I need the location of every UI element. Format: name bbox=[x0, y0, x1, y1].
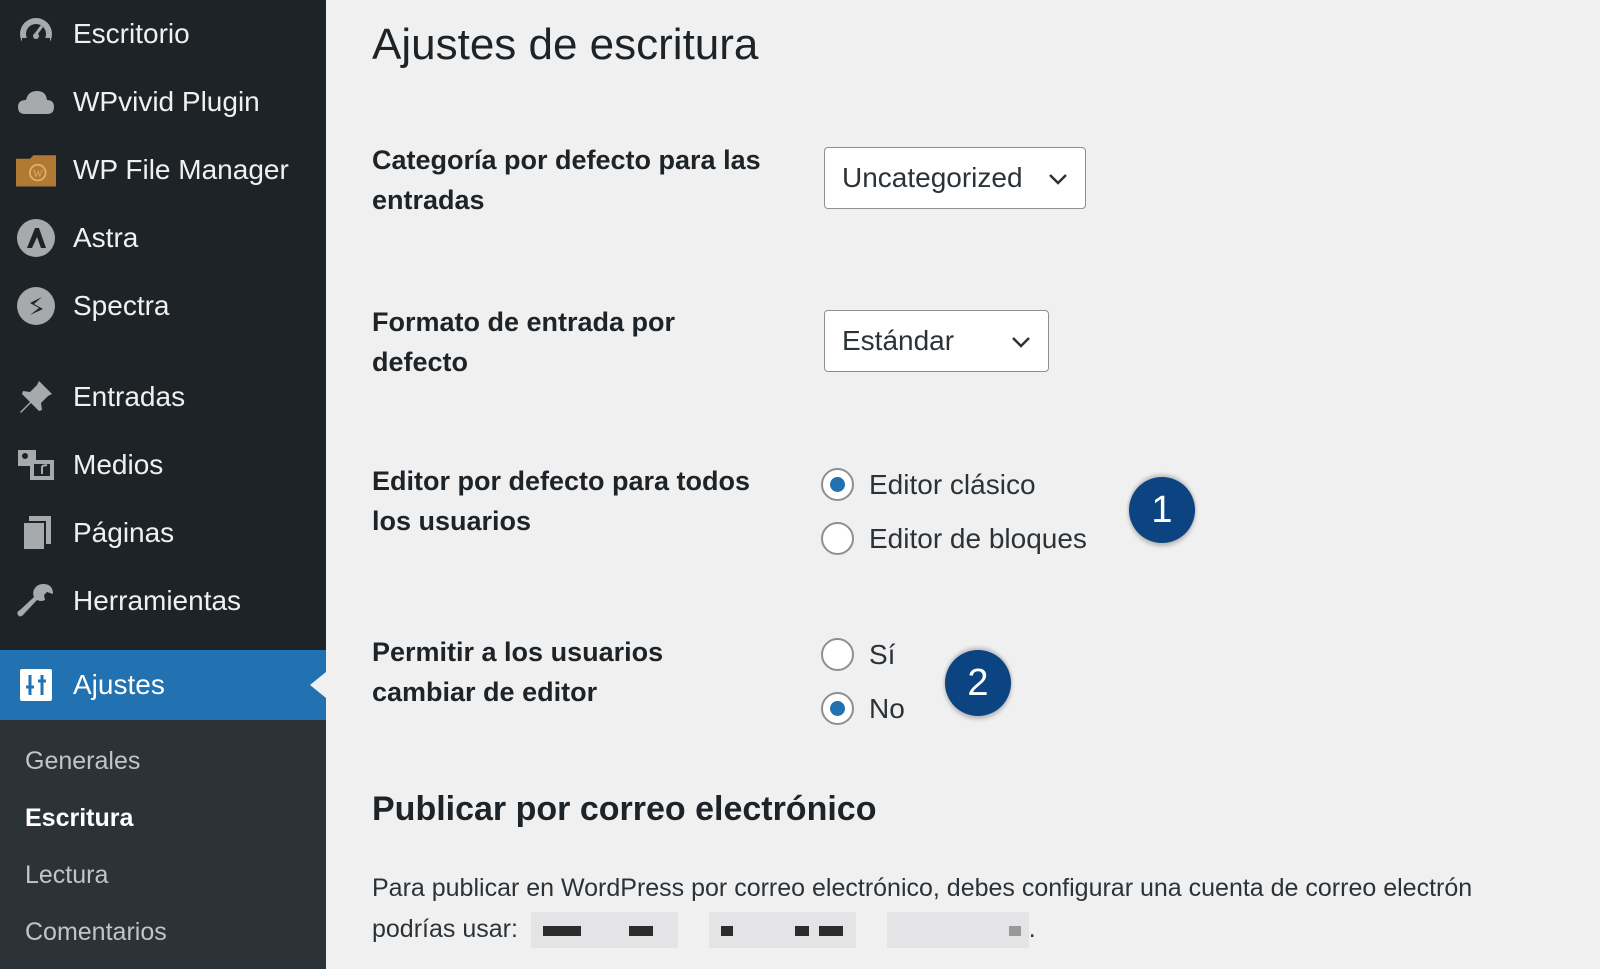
sidebar-item-medios[interactable]: Medios bbox=[0, 433, 326, 497]
sidebar-item-herramientas[interactable]: Herramientas bbox=[0, 569, 326, 633]
radio-editor-bloques[interactable]: Editor de bloques bbox=[821, 522, 1087, 555]
svg-text:W: W bbox=[33, 169, 43, 180]
sidebar-item-wpvivid[interactable]: WPvivid Plugin bbox=[0, 70, 326, 134]
radio-editor-clasico[interactable]: Editor clásico bbox=[821, 468, 1036, 501]
submenu-item-lectura[interactable]: Lectura bbox=[25, 861, 108, 890]
sidebar-item-label: Spectra bbox=[73, 290, 170, 321]
default-category-select[interactable]: Uncategorized bbox=[824, 147, 1086, 209]
sidebar-item-label: Astra bbox=[73, 222, 139, 253]
radio-allow-no[interactable]: No bbox=[821, 692, 905, 725]
sidebar-item-astra[interactable]: Astra bbox=[0, 206, 326, 270]
radio-button[interactable] bbox=[821, 468, 854, 501]
chevron-down-icon bbox=[1049, 174, 1067, 185]
settings-submenu: Generales Escritura Lectura Comentarios bbox=[0, 720, 326, 969]
radio-button[interactable] bbox=[821, 522, 854, 555]
sidebar-item-label: Herramientas bbox=[73, 585, 242, 616]
email-text-line2: podrías usar: . bbox=[372, 909, 1600, 950]
wrench-icon bbox=[16, 581, 56, 621]
main-content: Ajustes de escritura Categoría por defec… bbox=[326, 0, 1600, 969]
sidebar-item-spectra[interactable]: Spectra bbox=[0, 274, 326, 338]
sidebar-item-label: Entradas bbox=[73, 381, 186, 412]
allow-switch-label: Permitir a los usuarios cambiar de edito… bbox=[372, 637, 664, 707]
radio-label: Sí bbox=[869, 638, 896, 670]
sidebar-item-label: Páginas bbox=[73, 517, 175, 548]
submenu-item-escritura[interactable]: Escritura bbox=[25, 804, 133, 833]
folder-icon: W bbox=[16, 150, 56, 190]
redacted-text bbox=[530, 912, 678, 949]
radio-label: Editor clásico bbox=[869, 468, 1036, 500]
settings-icon bbox=[16, 665, 56, 705]
default-format-label: Formato de entrada por defecto bbox=[372, 307, 676, 377]
sidebar-item-entradas[interactable]: Entradas bbox=[0, 365, 326, 429]
default-format-value: Estándar bbox=[842, 325, 955, 356]
email-text-prefix: podrías usar: bbox=[372, 915, 518, 943]
sidebar-item-ajustes[interactable]: Ajustes bbox=[0, 650, 326, 720]
annotation-badge-1: 1 bbox=[1129, 477, 1195, 543]
sidebar-item-label: Escritorio bbox=[73, 18, 190, 49]
default-format-select[interactable]: Estándar bbox=[824, 310, 1049, 372]
radio-label: Editor de bloques bbox=[869, 522, 1087, 554]
pages-icon bbox=[16, 513, 56, 553]
email-text-suffix: . bbox=[1028, 915, 1036, 943]
sidebar-item-escritorio[interactable]: Escritorio bbox=[0, 2, 326, 66]
email-section-title: Publicar por correo electrónico bbox=[372, 790, 877, 828]
spectra-icon bbox=[16, 286, 56, 326]
submenu-item-generales[interactable]: Generales bbox=[25, 747, 140, 776]
redacted-text bbox=[886, 912, 1029, 949]
annotation-badge-2: 2 bbox=[945, 650, 1011, 716]
default-category-label: Categoría por defecto para las entradas bbox=[372, 145, 761, 215]
submenu-item-comentarios[interactable]: Comentarios bbox=[25, 918, 167, 947]
email-text-line1: Para publicar en WordPress por correo el… bbox=[372, 874, 1473, 902]
cloud-icon bbox=[16, 82, 56, 122]
sidebar-item-paginas[interactable]: Páginas bbox=[0, 501, 326, 565]
pin-icon bbox=[16, 377, 56, 417]
default-editor-label: Editor por defecto para todos los usuari… bbox=[372, 466, 751, 536]
radio-button[interactable] bbox=[821, 692, 854, 725]
email-section-text: Para publicar en WordPress por correo el… bbox=[372, 868, 1600, 950]
page-title: Ajustes de escritura bbox=[372, 20, 759, 69]
sidebar-item-label: Medios bbox=[73, 449, 164, 480]
radio-button[interactable] bbox=[821, 638, 854, 671]
sidebar-item-wp-file-manager[interactable]: W WP File Manager bbox=[0, 138, 326, 202]
dashboard-icon bbox=[16, 14, 56, 54]
chevron-down-icon bbox=[1012, 337, 1030, 348]
default-category-value: Uncategorized bbox=[842, 162, 1023, 193]
sidebar-item-label: WP File Manager bbox=[73, 154, 289, 185]
radio-label: No bbox=[869, 692, 905, 724]
media-icon bbox=[16, 445, 56, 485]
redacted-text bbox=[708, 912, 856, 949]
admin-sidebar: Escritorio WPvivid Plugin W WP File Mana… bbox=[0, 0, 326, 969]
sidebar-item-label: Ajustes bbox=[73, 669, 165, 700]
astra-icon bbox=[16, 218, 56, 258]
radio-allow-si[interactable]: Sí bbox=[821, 638, 895, 671]
sidebar-item-label: WPvivid Plugin bbox=[73, 86, 260, 117]
